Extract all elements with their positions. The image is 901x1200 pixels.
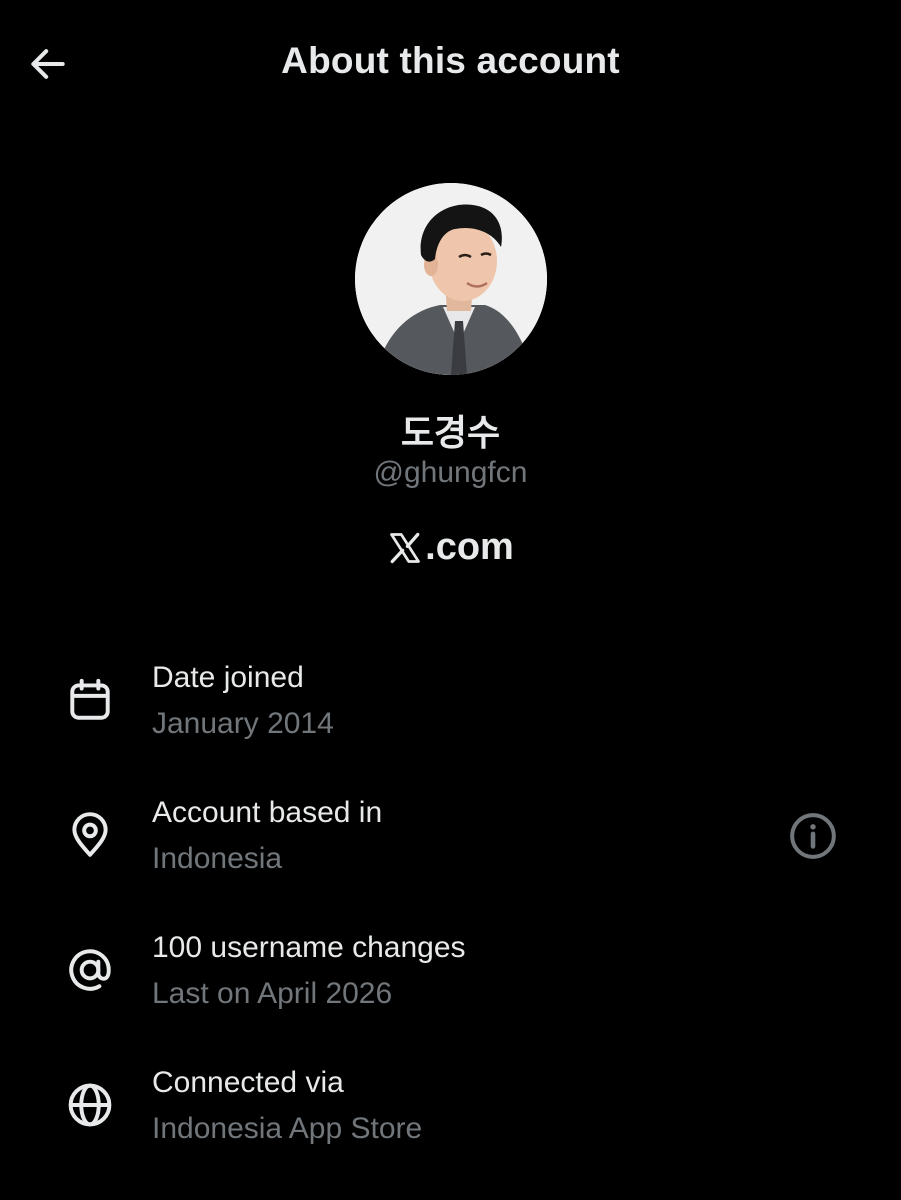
row-label: Connected via [152, 1066, 344, 1099]
location-info-button[interactable] [786, 809, 840, 863]
row-label: 100 username changes [152, 931, 466, 964]
date-joined-row: Date joined January 2014 [0, 658, 901, 768]
row-value: Indonesia App Store [152, 1112, 423, 1145]
brand-label: .com [0, 526, 901, 569]
username-changes-row: 100 username changes Last on April 2026 [0, 928, 901, 1038]
connected-via-row: Connected via Indonesia App Store [0, 1063, 901, 1173]
info-icon [790, 813, 836, 859]
account-location-text: Account based in Indonesia [152, 793, 382, 879]
row-label: Account based in [152, 796, 383, 829]
display-name: 도경수 [400, 412, 501, 453]
row-label: Date joined [152, 661, 304, 694]
avatar [355, 183, 547, 375]
account-location-row: Account based in Indonesia [0, 793, 901, 903]
x-logo-icon [390, 532, 420, 563]
connected-via-text: Connected via Indonesia App Store [152, 1063, 422, 1149]
date-joined-text: Date joined January 2014 [152, 658, 334, 744]
calendar-icon [62, 672, 118, 728]
at-sign-icon [62, 942, 118, 998]
row-value: Last on April 2026 [152, 977, 393, 1010]
location-pin-icon [62, 807, 118, 863]
page-title: About this account [281, 40, 620, 81]
top-bar: About this account [0, 0, 901, 128]
globe-icon [62, 1077, 118, 1133]
username-handle: @ghungfcn [373, 456, 528, 489]
brand-suffix: .com [425, 526, 514, 568]
row-value: Indonesia [152, 842, 283, 875]
row-value: January 2014 [152, 707, 334, 740]
username-changes-text: 100 username changes Last on April 2026 [152, 928, 466, 1014]
